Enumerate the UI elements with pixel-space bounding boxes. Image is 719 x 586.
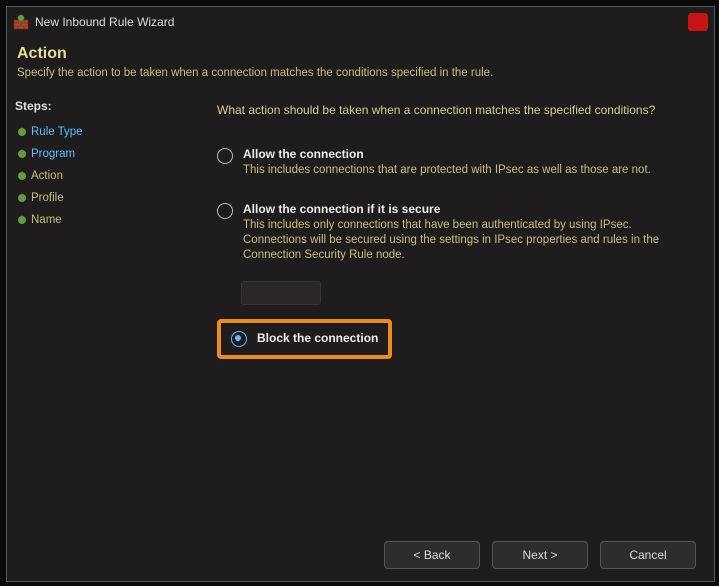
step-label: Name (31, 214, 62, 226)
step-bullet-icon (13, 170, 31, 182)
option-allow[interactable]: Allow the connection This includes conne… (217, 141, 694, 184)
step-bullet-icon (13, 148, 31, 160)
back-button[interactable]: < Back (384, 541, 480, 569)
window-title: New Inbound Rule Wizard (35, 15, 174, 29)
page-title: Action (17, 45, 704, 63)
wizard-content: What action should be taken when a conne… (187, 89, 714, 527)
step-profile[interactable]: Profile (13, 187, 187, 209)
step-name[interactable]: Name (13, 209, 187, 231)
close-button[interactable] (688, 13, 708, 31)
option-description: This includes only connections that have… (243, 218, 688, 263)
page-subtitle: Specify the action to be taken when a co… (17, 67, 704, 79)
radio-icon[interactable] (231, 331, 247, 347)
wizard-window: New Inbound Rule Wizard Action Specify t… (6, 6, 715, 582)
radio-icon[interactable] (217, 148, 233, 164)
step-bullet-icon (13, 126, 31, 138)
step-bullet-icon (13, 214, 31, 226)
option-title: Allow the connection if it is secure (243, 202, 688, 216)
next-button[interactable]: Next > (492, 541, 588, 569)
step-program[interactable]: Program (13, 143, 187, 165)
wizard-footer: < Back Next > Cancel (384, 541, 696, 569)
step-action[interactable]: Action (13, 165, 187, 187)
customize-button (241, 281, 321, 305)
steps-sidebar: Steps: Rule Type Program Action Profile … (7, 89, 187, 527)
step-label: Program (31, 148, 75, 160)
step-label: Profile (31, 192, 64, 204)
option-block-highlight: Block the connection (217, 319, 392, 359)
radio-icon[interactable] (217, 203, 233, 219)
cancel-button[interactable]: Cancel (600, 541, 696, 569)
option-title: Block the connection (257, 331, 378, 345)
step-label: Rule Type (31, 126, 83, 138)
option-title: Allow the connection (243, 147, 688, 161)
firewall-app-icon (13, 14, 29, 30)
step-bullet-icon (13, 192, 31, 204)
step-rule-type[interactable]: Rule Type (13, 121, 187, 143)
step-label: Action (31, 170, 63, 182)
option-description: This includes connections that are prote… (243, 163, 688, 178)
option-allow-secure[interactable]: Allow the connection if it is secure Thi… (217, 196, 694, 269)
titlebar: New Inbound Rule Wizard (7, 7, 714, 37)
steps-heading: Steps: (15, 99, 187, 113)
action-question: What action should be taken when a conne… (217, 103, 694, 117)
wizard-header: Action Specify the action to be taken wh… (7, 37, 714, 89)
